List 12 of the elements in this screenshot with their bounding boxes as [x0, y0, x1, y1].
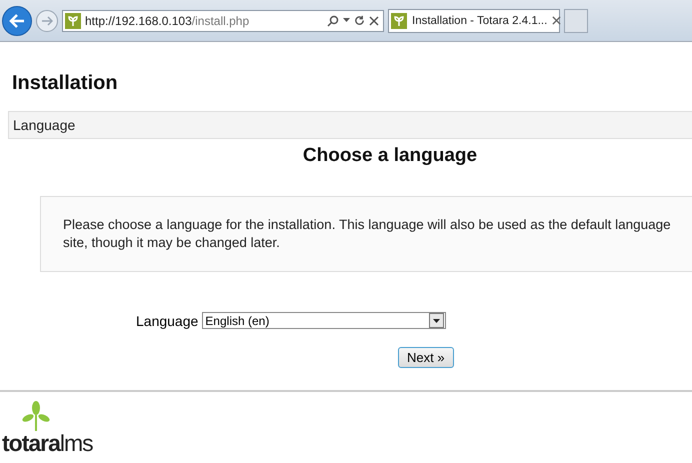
page-heading: Installation — [12, 72, 119, 95]
address-bar[interactable]: http://192.168.0.103/install.php — [62, 10, 384, 32]
breadcrumb-bar: Language — [8, 111, 692, 139]
language-label: Language — [136, 312, 198, 328]
intro-text: Please choose a language for the installation. This language will also be used as the default language — [63, 216, 672, 234]
section-title: Choose a language — [302, 145, 478, 167]
logo-text: totaralms — [2, 431, 93, 455]
intro-text: site, though it may be changed later. — [63, 234, 281, 252]
next-button[interactable]: Next » — [398, 347, 454, 368]
url-text: http://192.168.0.103/install.php — [85, 14, 250, 28]
language-select[interactable]: English (en) — [202, 312, 446, 329]
browser-tab[interactable]: Installation - Totara 2.4.1... — [388, 8, 560, 32]
